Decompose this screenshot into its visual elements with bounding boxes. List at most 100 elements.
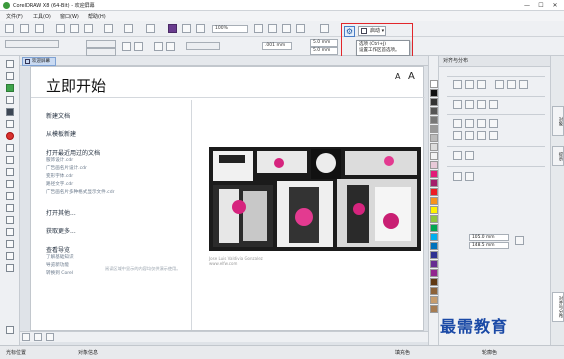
swatch[interactable] — [430, 278, 438, 286]
freehand-tool-icon[interactable] — [6, 108, 14, 116]
crop-tool-icon[interactable] — [6, 84, 14, 92]
launch-button[interactable]: 启动 ▾ — [358, 26, 386, 36]
recent-file-link[interactable]: 路径文字.cdr — [46, 181, 73, 187]
text-tool-icon[interactable] — [6, 180, 14, 188]
close-button[interactable]: ✕ — [548, 1, 562, 10]
undo-icon[interactable] — [104, 24, 113, 33]
full-screen-icon[interactable] — [254, 24, 263, 33]
portrait-icon[interactable] — [122, 42, 131, 51]
tab-hints[interactable]: 提示 — [552, 146, 564, 166]
swatch[interactable] — [430, 179, 438, 187]
connector-tool-icon[interactable] — [6, 204, 14, 212]
width-field[interactable]: 105.0 mm — [469, 234, 509, 241]
swatch[interactable] — [430, 188, 438, 196]
text-align-icon[interactable] — [453, 172, 462, 181]
align-center-v-icon[interactable] — [507, 80, 516, 89]
tour-item-link[interactable]: 导览新功能 — [46, 262, 69, 268]
search-content-icon[interactable] — [146, 24, 155, 33]
cut-icon[interactable] — [56, 24, 65, 33]
paper-type-select[interactable] — [5, 40, 59, 48]
shape-tool-icon[interactable] — [6, 72, 14, 80]
swatch[interactable] — [430, 143, 438, 151]
swatch[interactable] — [430, 260, 438, 268]
distribute-top-icon[interactable] — [453, 131, 462, 140]
swatch[interactable] — [430, 251, 438, 259]
units-select[interactable] — [186, 42, 220, 50]
swatch[interactable] — [430, 116, 438, 124]
swatch[interactable] — [430, 287, 438, 295]
add-tool-icon[interactable] — [6, 326, 14, 334]
minimize-button[interactable]: — — [520, 1, 534, 10]
tab-objects[interactable]: 对象 — [552, 106, 564, 136]
polygon-tool-icon[interactable] — [6, 168, 14, 176]
swatch[interactable] — [430, 305, 438, 313]
all-pages-icon[interactable] — [154, 42, 163, 51]
swatch[interactable] — [430, 107, 438, 115]
publish-pdf-icon[interactable] — [196, 24, 205, 33]
align-right-icon[interactable] — [477, 80, 486, 89]
distribute-right-icon[interactable] — [489, 119, 498, 128]
duplicate-y-field[interactable]: 5.0 mm — [310, 47, 338, 55]
rectangle-tool-icon[interactable] — [6, 144, 14, 152]
font-size-small-button[interactable]: A — [395, 72, 400, 81]
open-other-link[interactable]: 打开其他... — [46, 208, 76, 217]
nudge-distance-field[interactable]: .001 mm — [262, 42, 292, 50]
zoom-tool-icon[interactable] — [6, 96, 14, 104]
align-to-page-center-icon[interactable] — [477, 100, 486, 109]
new-document-link[interactable]: 新建文档 — [46, 111, 70, 120]
export-icon[interactable] — [182, 24, 191, 33]
drop-shadow-icon[interactable] — [6, 216, 14, 224]
paste-icon[interactable] — [84, 24, 93, 33]
new-document-icon[interactable] — [5, 24, 14, 33]
distribute-bottom-icon[interactable] — [489, 131, 498, 140]
menu-help[interactable]: 帮助(H) — [88, 13, 106, 20]
distribute-to-page-icon[interactable] — [465, 151, 474, 160]
swatch[interactable] — [430, 233, 438, 241]
font-size-large-button[interactable]: A — [408, 71, 415, 82]
menu-file[interactable]: 文件(F) — [6, 13, 23, 20]
redo-icon[interactable] — [124, 24, 133, 33]
color-eyedropper-icon[interactable] — [6, 240, 14, 248]
distribute-v-spacing-icon[interactable] — [477, 131, 486, 140]
maximize-button[interactable]: ☐ — [534, 1, 548, 10]
tab-align-distribute[interactable]: 对齐与分布 — [552, 292, 564, 322]
align-bottom-icon[interactable] — [519, 80, 528, 89]
swatch-none[interactable] — [430, 80, 438, 88]
transparency-tool-icon[interactable] — [6, 228, 14, 236]
options-gear-icon[interactable]: ⚙ — [344, 26, 355, 37]
smart-drawing-icon[interactable] — [6, 264, 14, 272]
tour-item-link[interactable]: 转换到 Corel — [46, 270, 73, 276]
align-to-selected-icon[interactable] — [453, 100, 462, 109]
pan-icon[interactable] — [34, 333, 42, 341]
swatch[interactable] — [430, 161, 438, 169]
new-from-template-link[interactable]: 从模板新建 — [46, 129, 76, 138]
swatch[interactable] — [430, 170, 438, 178]
distribute-to-selection-icon[interactable] — [453, 151, 462, 160]
distribute-center-icon[interactable] — [465, 119, 474, 128]
recent-file-link[interactable]: 变形字体.cdr — [46, 173, 73, 179]
landscape-icon[interactable] — [134, 42, 143, 51]
swatch[interactable] — [430, 224, 438, 232]
distribute-spacing-icon[interactable] — [477, 119, 486, 128]
tour-item-link[interactable]: 了解基础知识 — [46, 254, 74, 260]
open-document-icon[interactable] — [20, 24, 29, 33]
pick-tool-icon[interactable] — [6, 60, 14, 68]
align-to-page-edge-icon[interactable] — [465, 100, 474, 109]
recent-file-link[interactable]: 广告画名片设计.cdr — [46, 165, 87, 171]
import-icon[interactable] — [168, 24, 177, 33]
align-center-h-icon[interactable] — [465, 80, 474, 89]
swatch[interactable] — [430, 269, 438, 277]
swatch[interactable] — [430, 215, 438, 223]
height-field[interactable]: 148.5 mm — [469, 242, 509, 249]
distribute-middle-icon[interactable] — [465, 131, 474, 140]
parallel-dimension-icon[interactable] — [6, 192, 14, 200]
get-more-link[interactable]: 获取更多... — [46, 226, 76, 235]
swatch[interactable] — [430, 197, 438, 205]
show-rulers-icon[interactable] — [268, 24, 277, 33]
menu-window[interactable]: 窗口(W) — [60, 13, 79, 20]
smart-fill-icon[interactable] — [6, 132, 14, 140]
interactive-fill-icon[interactable] — [6, 252, 14, 260]
duplicate-x-field[interactable]: 5.0 mm — [310, 39, 338, 47]
swatch[interactable] — [430, 89, 438, 97]
tab-welcome-screen[interactable]: 欢迎屏幕 — [22, 57, 56, 66]
